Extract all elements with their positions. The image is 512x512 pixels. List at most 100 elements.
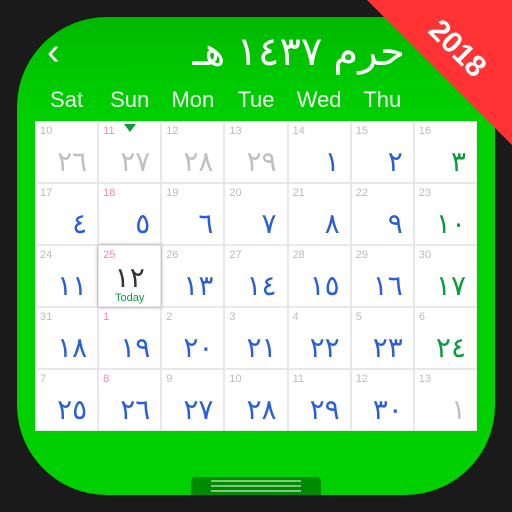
weekday-label: Sat	[35, 87, 98, 113]
gregorian-date: 24	[40, 249, 52, 261]
day-cell[interactable]: 22٩	[351, 183, 414, 245]
hijri-date: ٦	[198, 210, 213, 238]
day-cell[interactable]: 13 ٢٩	[224, 121, 287, 183]
day-cell[interactable]: 11 ٢٩	[288, 369, 351, 431]
month-title: حرم ١٤٣٧ هـ	[74, 29, 465, 75]
day-cell[interactable]: 18٥	[98, 183, 161, 245]
chevron-left-icon[interactable]: ‹	[47, 33, 60, 71]
gregorian-date: 25	[103, 249, 115, 261]
day-cell[interactable]: 6٢٤	[414, 307, 477, 369]
footer	[17, 455, 495, 495]
day-cell[interactable]: 9٢٧	[161, 369, 224, 431]
hijri-date: ٢٠	[183, 334, 213, 362]
hijri-date: ٢٨	[183, 148, 213, 176]
day-cell[interactable]: 20٧	[224, 183, 287, 245]
hijri-date: ٢١	[246, 334, 276, 362]
gregorian-date: 1	[103, 311, 109, 323]
day-cell[interactable]: 28 ١٥	[288, 245, 351, 307]
hijri-date: ١١	[57, 272, 87, 300]
day-cell[interactable]: 19 ٦	[161, 183, 224, 245]
gregorian-date: 10	[40, 125, 52, 137]
gregorian-date: 17	[40, 187, 52, 199]
day-cell[interactable]: 13 ١	[414, 369, 477, 431]
day-cell[interactable]: 24 ١١	[35, 245, 98, 307]
day-cell[interactable]: 16٣	[414, 121, 477, 183]
gregorian-date: 28	[293, 249, 305, 261]
day-cell[interactable]: 10٢٨	[224, 369, 287, 431]
hijri-date: ١٤	[246, 272, 276, 300]
gregorian-date: 7	[40, 373, 46, 385]
day-cell[interactable]: 30 ١٧	[414, 245, 477, 307]
day-cell[interactable]: 12٢٨	[161, 121, 224, 183]
day-cell[interactable]: 8٢٦	[98, 369, 161, 431]
hijri-date: ٢٩	[246, 148, 276, 176]
day-cell[interactable]: 27١٤	[224, 245, 287, 307]
day-cell[interactable]: 4٢٢	[288, 307, 351, 369]
gregorian-date: 15	[356, 125, 368, 137]
hijri-date: ٢٦	[57, 148, 87, 176]
day-cell[interactable]: 5 ٢٣	[351, 307, 414, 369]
day-cell[interactable]: 29 ١٦	[351, 245, 414, 307]
day-cell[interactable]: 3٢١	[224, 307, 287, 369]
gregorian-date: 14	[293, 125, 305, 137]
gregorian-date: 30	[419, 249, 431, 261]
hijri-date: ١٧	[436, 272, 466, 300]
day-cell[interactable]: 15 ٢	[351, 121, 414, 183]
day-cell[interactable]: 12 ٣٠	[351, 369, 414, 431]
hijri-date: ١٢	[99, 264, 160, 292]
gregorian-date: 12	[356, 373, 368, 385]
weekday-label: Mon	[161, 87, 224, 113]
day-cell[interactable]: 21٨	[288, 183, 351, 245]
hijri-date: ٢٣	[373, 334, 403, 362]
day-cell[interactable]: 25١٢Today	[98, 245, 161, 307]
hijri-date: ٣٠	[373, 396, 403, 424]
day-cell[interactable]: 14 ١	[288, 121, 351, 183]
gregorian-date: 20	[229, 187, 241, 199]
gregorian-date: 22	[356, 187, 368, 199]
gregorian-date: 4	[293, 311, 299, 323]
day-cell[interactable]: 10 ٢٦	[35, 121, 98, 183]
hijri-date: ١	[325, 148, 340, 176]
event-marker-icon	[124, 124, 136, 132]
gregorian-date: 6	[419, 311, 425, 323]
gregorian-date: 13	[419, 373, 431, 385]
hijri-date: ١٣	[183, 272, 213, 300]
hijri-date: ٢٧	[120, 148, 150, 176]
day-cell[interactable]: 23١٠	[414, 183, 477, 245]
gregorian-date: 11	[103, 125, 114, 137]
hijri-date: ٤	[72, 210, 87, 238]
hijri-date: ٢	[388, 148, 403, 176]
gregorian-date: 29	[356, 249, 368, 261]
weekday-label: Wed	[288, 87, 351, 113]
hijri-date: ١	[451, 396, 466, 424]
day-cell[interactable]: 2٢٠	[161, 307, 224, 369]
gregorian-date: 19	[166, 187, 178, 199]
gregorian-date: 11	[293, 373, 304, 385]
weekday-label: Tue	[224, 87, 287, 113]
gregorian-date: 26	[166, 249, 178, 261]
hijri-date: ٢٧	[183, 396, 213, 424]
hijri-date: ٢٩	[310, 396, 340, 424]
weekday-label: Sun	[98, 87, 161, 113]
day-cell[interactable]: 31١٨	[35, 307, 98, 369]
gregorian-date: 8	[103, 373, 109, 385]
day-cell[interactable]: 17 ٤	[35, 183, 98, 245]
day-cell[interactable]: 11 ٢٧	[98, 121, 161, 183]
weekday-label	[414, 87, 477, 113]
gregorian-date: 5	[356, 311, 362, 323]
drawer-handle-icon[interactable]	[191, 477, 321, 495]
gregorian-date: 10	[229, 373, 241, 385]
day-cell[interactable]: 1 ١٩	[98, 307, 161, 369]
hijri-date: ١٦	[373, 272, 403, 300]
hijri-date: ٣	[451, 148, 466, 176]
hijri-date: ٨	[325, 210, 340, 238]
day-cell[interactable]: 7٢٥	[35, 369, 98, 431]
calendar-app: ‹ حرم ١٤٣٧ هـ Sat Sun Mon Tue Wed Thu 10…	[17, 17, 495, 495]
hijri-date: ٥	[135, 210, 150, 238]
day-cell[interactable]: 26 ١٣	[161, 245, 224, 307]
hijri-date: ١٩	[120, 334, 150, 362]
hijri-date: ١٠	[436, 210, 466, 238]
hijri-date: ١٥	[310, 272, 340, 300]
gregorian-date: 13	[229, 125, 241, 137]
hijri-date: ١٨	[57, 334, 87, 362]
